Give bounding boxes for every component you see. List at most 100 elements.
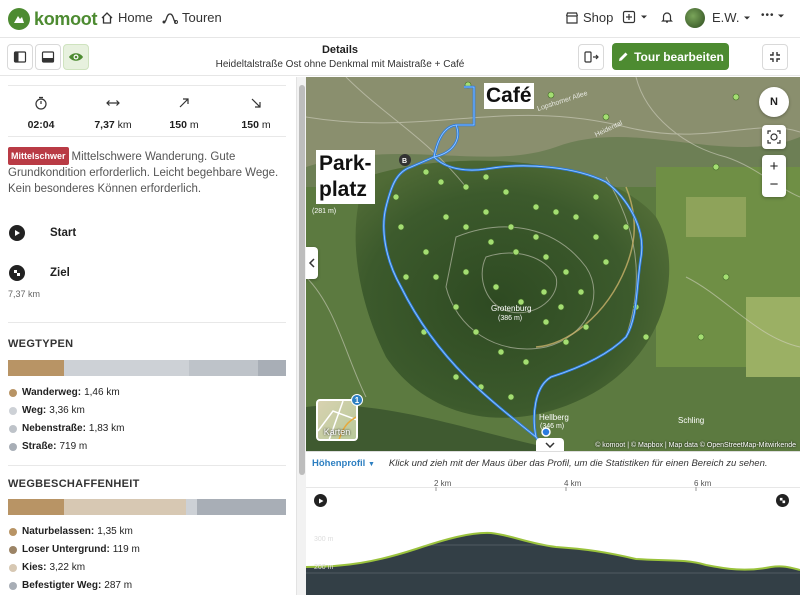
locate-button[interactable] (762, 125, 786, 149)
chevron-down-icon (545, 442, 555, 448)
start-label[interactable]: Start (50, 227, 76, 239)
timer-icon (35, 96, 47, 110)
start-waypoint-marker[interactable] (9, 225, 25, 241)
waytype-label: Wanderweg: (22, 387, 82, 398)
more-menu[interactable]: ••• (761, 10, 789, 21)
finish-flag-icon (779, 497, 786, 504)
nav-tours[interactable]: Touren (162, 10, 222, 25)
end-label[interactable]: Ziel (50, 267, 70, 279)
stat-distance-value: 7,37 (94, 119, 115, 131)
elevation-title-dropdown[interactable]: Höhenprofil ▼ (312, 458, 375, 469)
layers-badge: 1 (351, 394, 363, 406)
compass-button[interactable]: N (759, 87, 789, 117)
surface-value: 3,22 km (49, 562, 86, 573)
visibility-button[interactable] (63, 44, 89, 70)
surface-value: 1,35 km (97, 526, 133, 537)
parking-annotation-line1: Park- (319, 152, 372, 175)
end-waypoint-marker[interactable] (9, 265, 25, 281)
more-dots-icon: ••• (761, 10, 775, 21)
place-name: Schling (678, 416, 704, 425)
panel-scrollbar[interactable] (296, 77, 306, 595)
tour-header: Details Heideltalstraße Ost ohne Denkmal… (0, 38, 800, 76)
play-icon (318, 498, 323, 503)
home-icon (101, 11, 113, 24)
waytype-item: Nebenstraße: 1,83 km (9, 423, 124, 434)
nav-tours-label: Touren (182, 10, 222, 25)
elevation-profile[interactable]: Höhenprofil ▼ Klick und zieh mit der Mau… (306, 451, 800, 595)
bar-segment (188, 360, 259, 376)
profile-start-marker[interactable] (314, 494, 327, 507)
surface-value: 287 m (104, 580, 133, 591)
legend-dot (9, 388, 17, 397)
expand-profile-button[interactable] (536, 438, 564, 451)
user-avatar[interactable] (685, 8, 705, 28)
peak-height: (281 m) (312, 208, 336, 215)
create-menu[interactable] (622, 10, 652, 24)
waytype-item: Straße: 719 m (9, 441, 87, 452)
profile-end-marker[interactable] (776, 494, 789, 507)
waytypes-title: WEGTYPEN (8, 338, 74, 350)
user-name: E.W. (712, 10, 740, 25)
bottom-panel-toggle-button[interactable] (35, 44, 61, 70)
stat-duration-value: 02:04 (27, 119, 55, 131)
bell-icon (661, 12, 673, 23)
surfaces-bar (8, 499, 286, 515)
surface-value: 119 m (112, 544, 140, 555)
bar-segment (8, 360, 64, 376)
elevation-chart[interactable] (306, 487, 800, 595)
map-layers-button[interactable]: Karten (316, 399, 358, 441)
page-title: Details (321, 44, 359, 56)
zoom-in-button[interactable]: + (770, 158, 779, 176)
collapse-view-button[interactable] (762, 44, 788, 70)
notifications-button[interactable] (660, 10, 678, 24)
waytype-label: Weg: (22, 405, 47, 416)
legend-dot (9, 581, 17, 590)
edit-tour-button[interactable]: Tour bearbeiten (612, 43, 729, 70)
scrollbar-thumb[interactable] (299, 85, 305, 475)
caret-down-icon: ▼ (367, 461, 375, 468)
edit-tour-label: Tour bearbeiten (634, 49, 724, 64)
komoot-logo[interactable]: komoot (8, 8, 98, 30)
nav-home[interactable]: Home (100, 10, 153, 25)
nav-shop[interactable]: Shop (565, 10, 613, 25)
zoom-out-button[interactable]: − (770, 176, 779, 194)
chevron-left-icon (308, 258, 315, 268)
waytype-value: 1,46 km (84, 387, 120, 398)
legend-dot (9, 424, 17, 433)
stat-distance: 7,37 km (83, 96, 143, 131)
waytype-value: 1,83 km (88, 423, 125, 434)
surface-item: Kies: 3,22 km (9, 562, 85, 573)
collapse-panel-button[interactable] (306, 247, 318, 279)
collapse-arrows-icon (770, 52, 780, 62)
map-view[interactable]: B Lopshorner Allee Heidental Grotenburg … (306, 77, 800, 451)
send-to-device-button[interactable] (578, 44, 604, 70)
peak-height: (386 m) (498, 315, 522, 322)
satellite-map[interactable]: B Lopshorner Allee Heidental Grotenburg … (306, 77, 800, 451)
elevation-axis-label: 300 m (314, 536, 334, 543)
cafe-annotation: Café (484, 83, 534, 109)
peak-name: Grotenburg (491, 304, 531, 313)
stat-downhill: 150 m (226, 96, 286, 131)
caret-down-icon (777, 14, 784, 17)
map-attribution[interactable]: © komoot | © Mapbox | Map data © OpenStr… (595, 442, 796, 449)
stat-duration: 02:04 (11, 96, 71, 131)
eye-icon (69, 53, 83, 61)
caret-down-icon (641, 15, 647, 19)
stat-distance-unit: km (117, 119, 132, 131)
legend-dot (9, 406, 17, 415)
bar-segment (185, 499, 198, 515)
surfaces-title: WEGBESCHAFFENHEIT (8, 478, 140, 490)
divider (8, 465, 286, 466)
divider (8, 322, 286, 323)
surface-label: Kies: (22, 562, 47, 573)
stat-uphill-unit: m (189, 119, 199, 131)
user-menu[interactable]: E.W. (712, 10, 755, 25)
bar-segment (8, 499, 64, 515)
sidebar-toggle-button[interactable] (7, 44, 33, 70)
waytype-value: 719 m (59, 441, 88, 452)
surface-item: Befestigter Weg: 287 m (9, 580, 132, 591)
parking-annotation: Park- platz (316, 150, 375, 204)
top-navigation: komoot Home Touren Shop E.W. ••• (0, 0, 800, 38)
shop-icon (565, 11, 579, 24)
surface-label: Loser Untergrund: (22, 544, 110, 555)
